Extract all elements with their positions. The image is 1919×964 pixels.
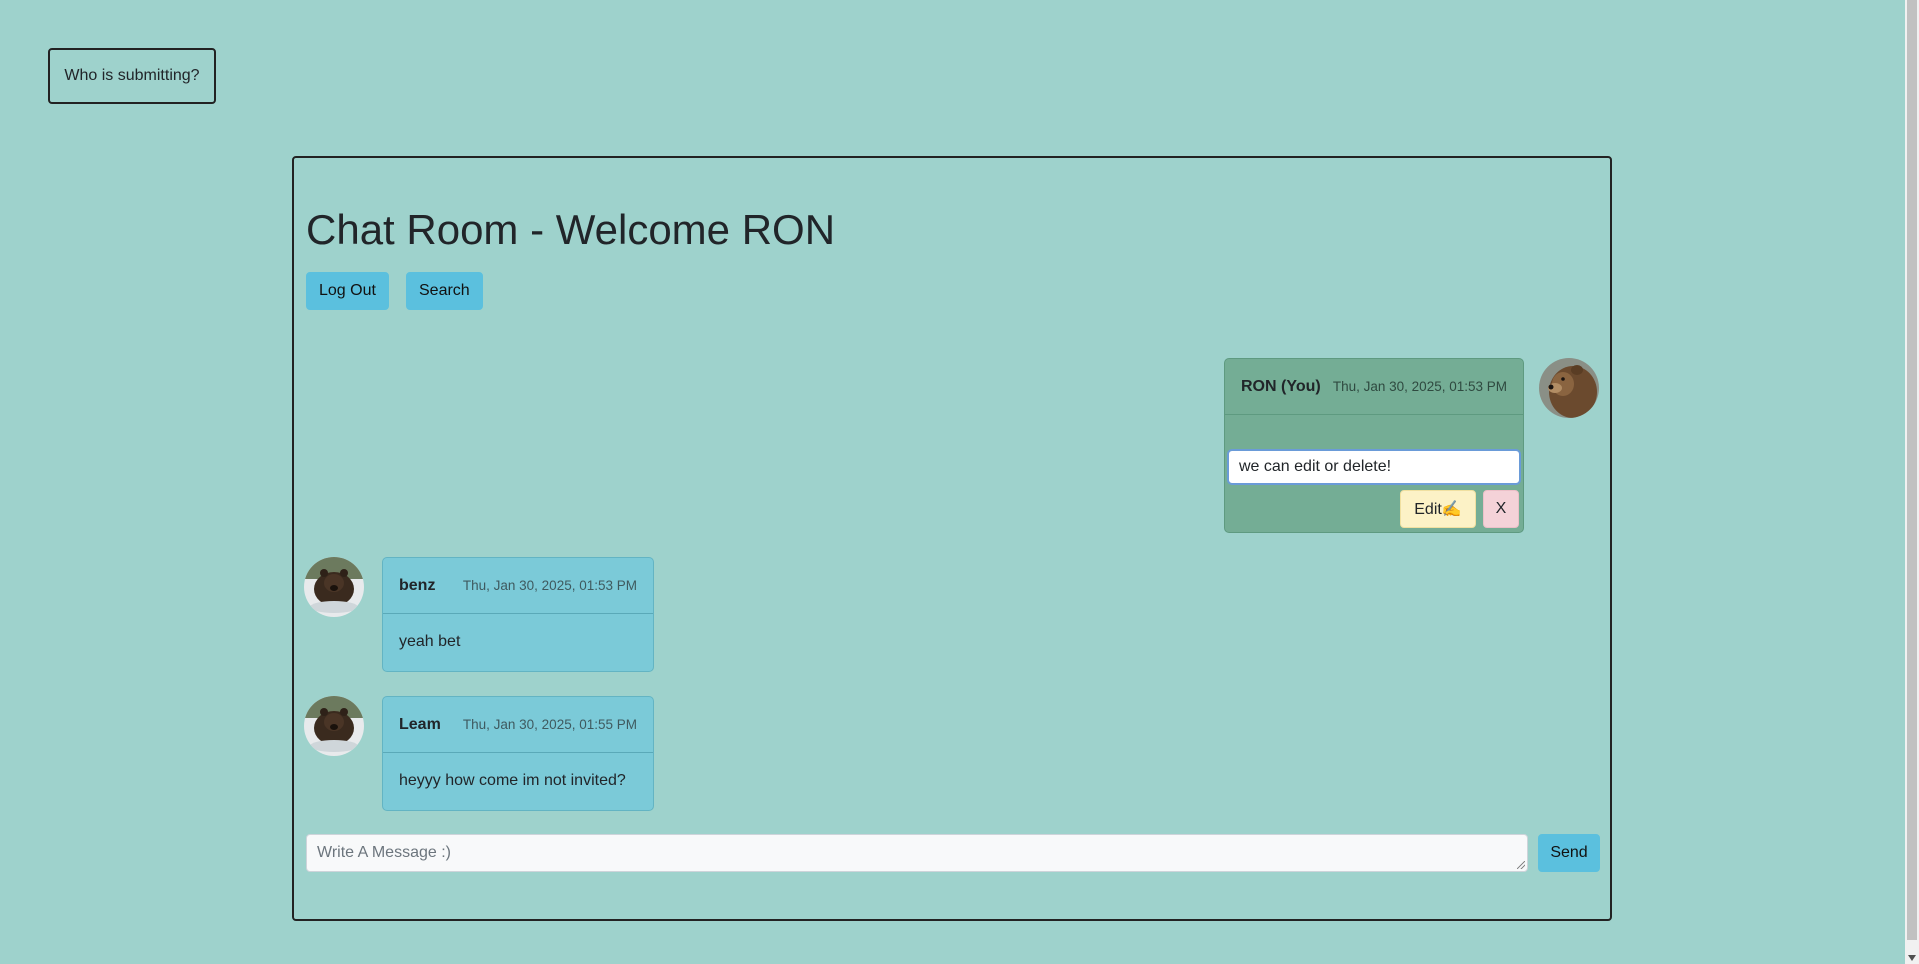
chat-room-panel: Chat Room - Welcome RON Log Out Search R… <box>292 156 1612 921</box>
message-input[interactable]: Write A Message :) <box>306 834 1528 872</box>
message-author: Leam <box>399 715 441 733</box>
message-input-placeholder: Write A Message :) <box>317 844 451 861</box>
message-timestamp: Thu, Jan 30, 2025, 01:55 PM <box>462 717 637 732</box>
message-text: yeah bet <box>399 633 461 650</box>
message-timestamp: Thu, Jan 30, 2025, 01:53 PM <box>1332 379 1507 394</box>
bear-avatar-icon <box>1539 358 1599 418</box>
scroll-down-arrow-icon[interactable] <box>1908 955 1916 961</box>
search-button[interactable]: Search <box>406 272 483 310</box>
logout-button[interactable]: Log Out <box>306 272 389 310</box>
resize-handle-icon[interactable] <box>1517 861 1525 869</box>
edit-message-button[interactable]: Edit✍️ <box>1400 490 1476 528</box>
scrollbar-thumb[interactable] <box>1907 0 1917 940</box>
message-author: RON (You) <box>1241 377 1321 395</box>
bear-avatar-icon <box>304 557 364 617</box>
message-header: RON (You) Thu, Jan 30, 2025, 01:53 PM <box>1225 359 1523 415</box>
page-title: Chat Room - Welcome RON <box>306 206 836 253</box>
send-button[interactable]: Send <box>1538 834 1600 872</box>
message-header: benz Thu, Jan 30, 2025, 01:53 PM <box>383 558 653 614</box>
bear-avatar-icon <box>304 696 364 756</box>
message-timestamp: Thu, Jan 30, 2025, 01:53 PM <box>462 578 637 593</box>
message-card: Leam Thu, Jan 30, 2025, 01:55 PM heyyy h… <box>382 696 654 811</box>
edit-message-input[interactable] <box>1227 449 1521 485</box>
message-author: benz <box>399 576 436 594</box>
delete-message-button[interactable]: X <box>1483 490 1519 528</box>
message-card: benz Thu, Jan 30, 2025, 01:53 PM yeah be… <box>382 557 654 672</box>
message-text: heyyy how come im not invited? <box>399 772 626 789</box>
page-scrollbar[interactable] <box>1905 0 1919 964</box>
message-header: Leam Thu, Jan 30, 2025, 01:55 PM <box>383 697 653 753</box>
who-is-submitting-button[interactable]: Who is submitting? <box>48 48 216 104</box>
own-message-card: RON (You) Thu, Jan 30, 2025, 01:53 PM Ed… <box>1224 358 1524 533</box>
